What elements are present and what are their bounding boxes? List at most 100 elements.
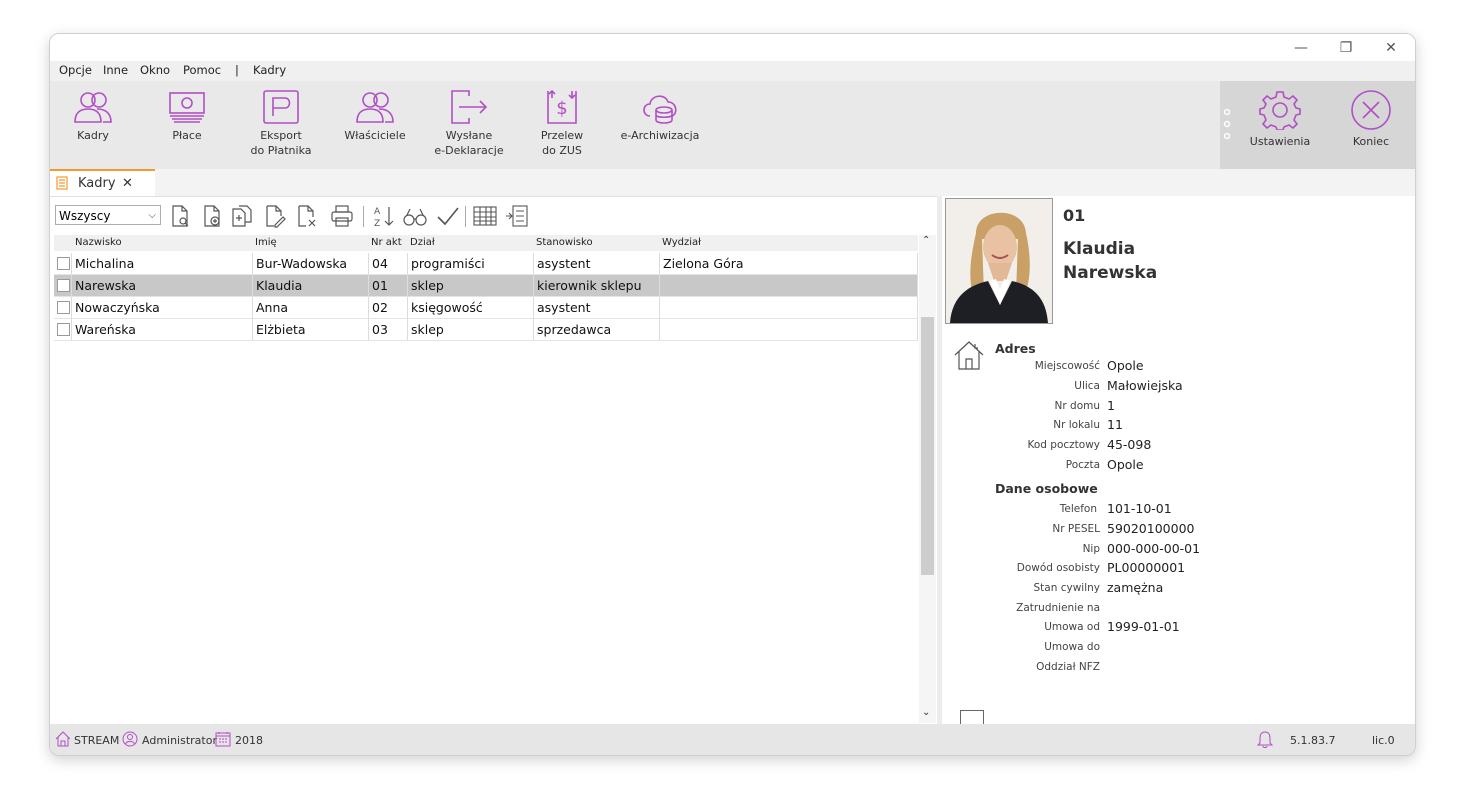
menu-separator: |	[235, 63, 239, 77]
row-checkbox-cell	[54, 253, 72, 274]
ribbon-wyslane-button[interactable]: Wysłane e-Deklaracje	[434, 81, 504, 169]
value-ulica: Małowiejska	[1107, 378, 1183, 393]
menu-kadry[interactable]: Kadry	[253, 63, 286, 77]
add-document-icon[interactable]	[200, 204, 224, 228]
table-row[interactable]: Michalina Bur-Wadowska 04 programiści as…	[54, 253, 918, 275]
transfer-icon: $	[547, 90, 577, 124]
row-checkbox[interactable]	[57, 257, 70, 270]
label-umowa-od: Umowa od	[1044, 621, 1100, 633]
employee-last-name: Narewska	[1063, 263, 1158, 283]
cell-wydzial	[660, 319, 918, 340]
tab-close-button[interactable]: ✕	[122, 176, 133, 191]
ribbon-eksport-button[interactable]: Eksport do Płatnika	[243, 81, 319, 169]
settings-button[interactable]: Ustawienia	[1244, 81, 1316, 169]
cell-dzial: sklep	[408, 275, 534, 296]
title-bar: — ❐ ✕	[50, 34, 1415, 61]
ribbon-wlasciciele-button[interactable]: Właściciele	[342, 81, 408, 169]
cell-stanowisko: asystent	[534, 253, 660, 274]
scroll-down-icon[interactable]: ⌄	[922, 707, 930, 718]
cell-imie: Klaudia	[253, 275, 369, 296]
column-header-nazwisko[interactable]: Nazwisko	[75, 235, 122, 251]
table-row-selected[interactable]: Narewska Klaudia 01 sklep kierownik skle…	[54, 275, 918, 297]
cell-wydzial: Zielona Góra	[660, 253, 918, 274]
home-icon	[55, 731, 71, 747]
table-row[interactable]: Wareńska Elżbieta 03 sklep sprzedawca	[54, 319, 918, 341]
scroll-up-icon[interactable]: ⌃	[922, 235, 930, 246]
column-header-wydzial[interactable]: Wydział	[662, 235, 701, 251]
exit-button[interactable]: Koniec	[1338, 81, 1404, 169]
minimize-button[interactable]: —	[1286, 39, 1316, 57]
table-scrollbar[interactable]: ⌃ ⌄	[919, 235, 936, 723]
label-kod-pocztowy: Kod pocztowy	[1027, 439, 1100, 451]
column-settings-icon[interactable]	[505, 204, 529, 228]
toolbar-separator	[465, 206, 466, 227]
row-checkbox[interactable]	[57, 279, 70, 292]
column-header-stanowisko[interactable]: Stanowisko	[536, 235, 593, 251]
label-telefon: Telefon	[1059, 503, 1097, 515]
panel-handle-icon[interactable]	[1223, 107, 1231, 143]
ribbon-earchiwizacja-button[interactable]: e-Archiwizacja	[615, 81, 705, 169]
employee-first-name: Klaudia	[1063, 239, 1136, 259]
list-toolbar: Wszyscy ⌵ AZ	[50, 203, 920, 229]
menu-inne[interactable]: Inne	[103, 63, 128, 77]
row-checkbox[interactable]	[57, 301, 70, 314]
status-bar: STREAM Administrator 2018 5.1.83.7 lic.0	[50, 724, 1415, 755]
toolbar-separator	[363, 206, 364, 227]
sort-az-icon[interactable]: AZ	[372, 204, 396, 228]
svg-text:A: A	[374, 207, 381, 217]
menu-opcje[interactable]: Opcje	[59, 63, 92, 77]
column-header-nr-akt[interactable]: Nr akt	[371, 235, 402, 251]
value-umowa-od: 1999-01-01	[1107, 619, 1180, 634]
column-header-dzial[interactable]: Dział	[410, 235, 435, 251]
label-nip: Nip	[1082, 543, 1100, 555]
filter-select[interactable]: Wszyscy ⌵	[55, 205, 161, 225]
user-icon	[122, 731, 138, 747]
chevron-down-icon: ⌵	[148, 210, 156, 221]
label-pesel: Nr PESEL	[1052, 523, 1100, 535]
table-row[interactable]: Nowaczyńska Anna 02 księgowość asystent	[54, 297, 918, 319]
row-checkbox[interactable]	[57, 323, 70, 336]
preview-document-icon[interactable]	[168, 204, 192, 228]
checkmark-icon[interactable]	[436, 204, 460, 228]
edit-document-icon[interactable]	[262, 204, 286, 228]
grid-view-icon[interactable]	[473, 204, 497, 228]
people-icon	[74, 92, 112, 123]
bottom-section-icon	[960, 710, 984, 725]
app-window: — ❐ ✕ Opcje Inne Okno Pomoc | Kadry Kadr…	[49, 33, 1416, 756]
restore-button[interactable]: ❐	[1331, 39, 1361, 57]
employee-photo	[945, 198, 1053, 324]
scrollbar-thumb[interactable]	[921, 317, 934, 575]
column-header-imie[interactable]: Imię	[255, 235, 277, 251]
menu-pomoc[interactable]: Pomoc	[183, 63, 221, 77]
copy-document-icon[interactable]	[230, 204, 254, 228]
ribbon-kadry-button[interactable]: Kadry	[64, 81, 122, 169]
cell-nazwisko: Nowaczyńska	[72, 297, 253, 318]
money-stack-icon	[169, 92, 205, 123]
tab-kadry[interactable]: Kadry ✕	[50, 169, 155, 196]
cell-imie: Anna	[253, 297, 369, 318]
cell-dzial: programiści	[408, 253, 534, 274]
row-checkbox-cell	[54, 275, 72, 296]
ribbon-label: Kadry	[77, 129, 109, 142]
cell-dzial: sklep	[408, 319, 534, 340]
value-nr-lokalu: 11	[1107, 417, 1123, 432]
ribbon-system-panel: Ustawienia Koniec	[1220, 81, 1415, 169]
close-window-button[interactable]: ✕	[1376, 39, 1406, 57]
status-user: Administrator	[142, 734, 217, 747]
close-circle-icon	[1351, 90, 1391, 130]
value-miejscowosc: Opole	[1107, 358, 1144, 373]
filter-value: Wszyscy	[59, 209, 111, 223]
delete-document-icon[interactable]	[294, 204, 318, 228]
cloud-database-icon	[643, 95, 677, 124]
owners-icon	[356, 92, 394, 123]
ribbon-label: Właściciele	[344, 129, 406, 142]
menu-okno[interactable]: Okno	[140, 63, 170, 77]
binoculars-icon[interactable]	[403, 204, 427, 228]
cell-wydzial	[660, 275, 918, 296]
ribbon-place-button[interactable]: Płace	[158, 81, 216, 169]
ribbon-przelew-button[interactable]: $ Przelew do ZUS	[532, 81, 592, 169]
cell-stanowisko: sprzedawca	[534, 319, 660, 340]
tab-label: Kadry	[78, 176, 116, 191]
print-icon[interactable]	[330, 204, 354, 228]
bell-icon[interactable]	[1257, 730, 1273, 748]
